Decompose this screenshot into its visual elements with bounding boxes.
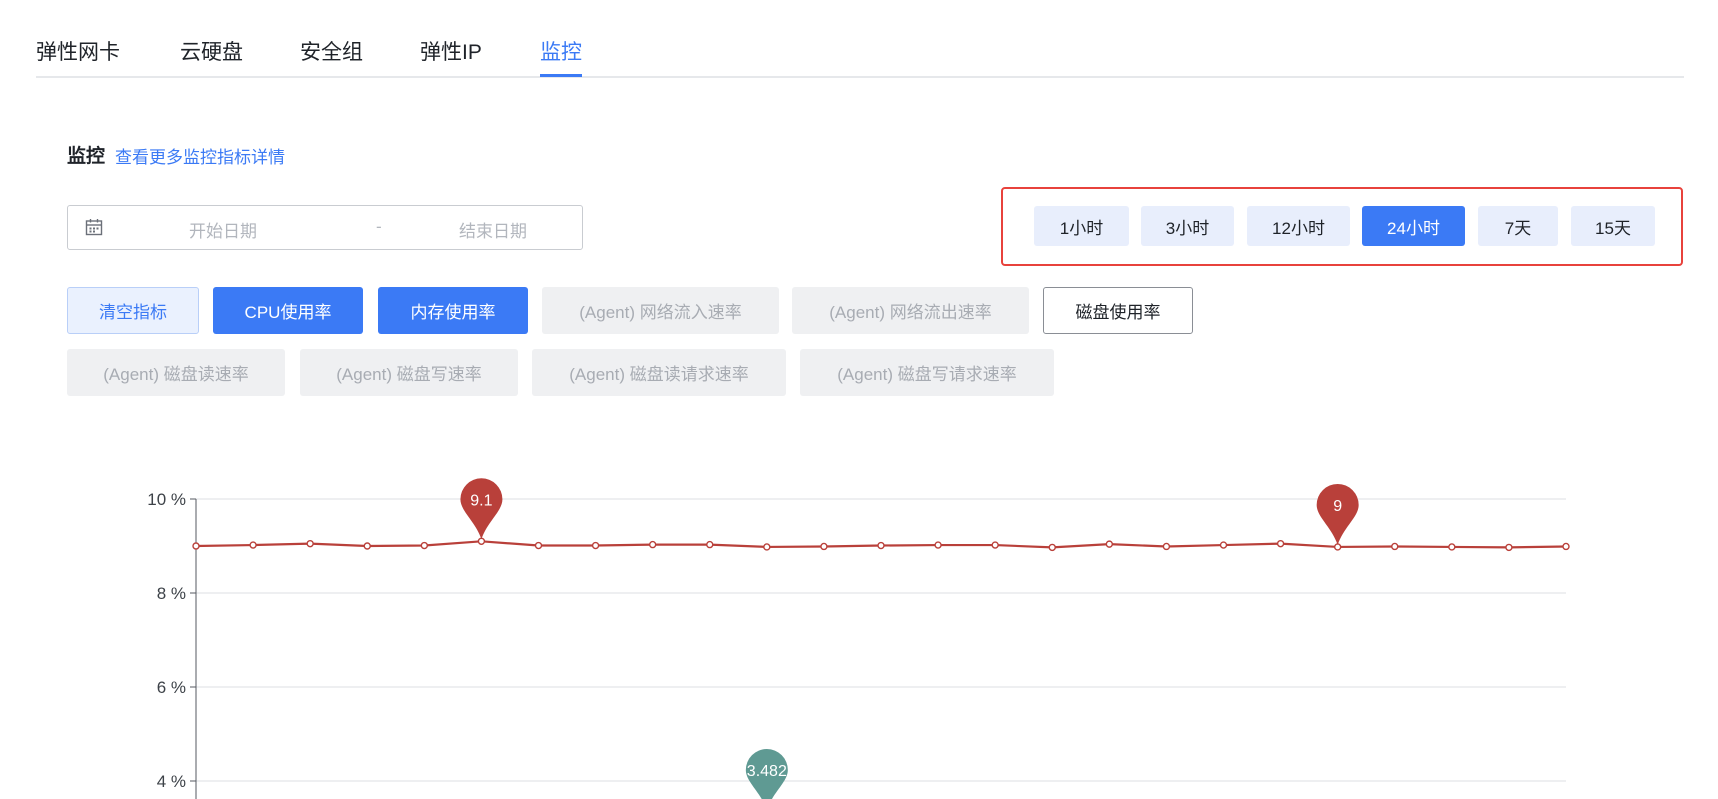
cpu-min-marker-label: 3.482 <box>747 763 787 780</box>
data-point <box>1276 539 1285 548</box>
data-point <box>706 540 714 549</box>
data-point <box>1562 542 1570 551</box>
tab-security-group[interactable]: 安全组 <box>300 36 363 66</box>
range-24h-button[interactable]: 24小时 <box>1362 206 1465 246</box>
section-title: 监控 <box>67 146 106 167</box>
data-point <box>934 541 942 549</box>
y-tick-label: 4 % <box>157 772 186 791</box>
data-point <box>306 539 314 548</box>
tab-bar <box>36 0 1684 78</box>
data-point <box>648 540 657 549</box>
metric-agent-disk-read[interactable]: (Agent) 磁盘读速率 <box>67 349 285 396</box>
data-point <box>363 542 371 550</box>
data-point <box>420 541 429 550</box>
min-marker-label: 9 <box>1333 498 1342 515</box>
metric-agent-disk-write[interactable]: (Agent) 磁盘写速率 <box>300 349 518 396</box>
data-point <box>192 542 200 550</box>
metric-agent-disk-read-requests[interactable]: (Agent) 磁盘读请求速率 <box>532 349 786 396</box>
data-point <box>820 542 828 551</box>
metric-memory-usage[interactable]: 内存使用率 <box>378 287 528 334</box>
data-point <box>763 543 771 551</box>
metric-disk-usage[interactable]: 磁盘使用率 <box>1043 287 1193 334</box>
tab-monitoring[interactable]: 监控 <box>540 36 582 66</box>
more-metrics-link[interactable]: 查看更多监控指标详情 <box>115 143 285 168</box>
data-point <box>1219 541 1228 549</box>
metric-agent-network-out[interactable]: (Agent) 网络流出速率 <box>792 287 1029 334</box>
active-tab-indicator <box>540 74 582 77</box>
metric-cpu-usage[interactable]: CPU使用率 <box>213 287 363 334</box>
range-1h-button[interactable]: 1小时 <box>1034 206 1129 246</box>
monitoring-chart: 10 % 8 % 6 % 4 % 9.1 9 3.482 <box>0 440 1718 799</box>
data-point <box>1505 543 1513 552</box>
clear-metrics-button[interactable]: 清空指标 <box>67 287 199 334</box>
line-chart: 10 % 8 % 6 % 4 % 9.1 9 3.482 <box>147 478 1570 799</box>
tab-elastic-ip[interactable]: 弹性IP <box>420 36 482 66</box>
date-range-picker[interactable]: 开始日期 - 结束日期 <box>67 205 583 250</box>
range-7d-button[interactable]: 7天 <box>1478 206 1558 246</box>
tab-cloud-disk[interactable]: 云硬盘 <box>180 36 243 66</box>
metric-agent-disk-write-requests[interactable]: (Agent) 磁盘写请求速率 <box>800 349 1054 396</box>
range-3h-button[interactable]: 3小时 <box>1141 206 1234 246</box>
data-point <box>1048 543 1056 552</box>
y-tick-label: 10 % <box>147 490 186 509</box>
date-separator: - <box>376 217 382 236</box>
data-point <box>249 541 257 549</box>
data-point <box>1162 542 1171 551</box>
end-date-input[interactable]: 结束日期 <box>438 217 548 242</box>
data-point <box>1391 542 1399 551</box>
y-tick-label: 8 % <box>157 584 186 603</box>
data-point <box>1448 543 1456 551</box>
data-point <box>534 541 543 550</box>
data-point <box>877 541 885 550</box>
range-15d-button[interactable]: 15天 <box>1571 206 1655 246</box>
range-12h-button[interactable]: 12小时 <box>1247 206 1350 246</box>
data-point <box>1105 540 1114 548</box>
y-tick-label: 6 % <box>157 678 186 697</box>
start-date-input[interactable]: 开始日期 <box>168 217 278 242</box>
calendar-icon <box>85 219 103 236</box>
data-point <box>591 541 600 550</box>
data-point <box>991 541 999 549</box>
metric-agent-network-in[interactable]: (Agent) 网络流入速率 <box>542 287 779 334</box>
tab-elastic-nic[interactable]: 弹性网卡 <box>36 36 120 66</box>
max-marker-label: 9.1 <box>470 492 492 509</box>
